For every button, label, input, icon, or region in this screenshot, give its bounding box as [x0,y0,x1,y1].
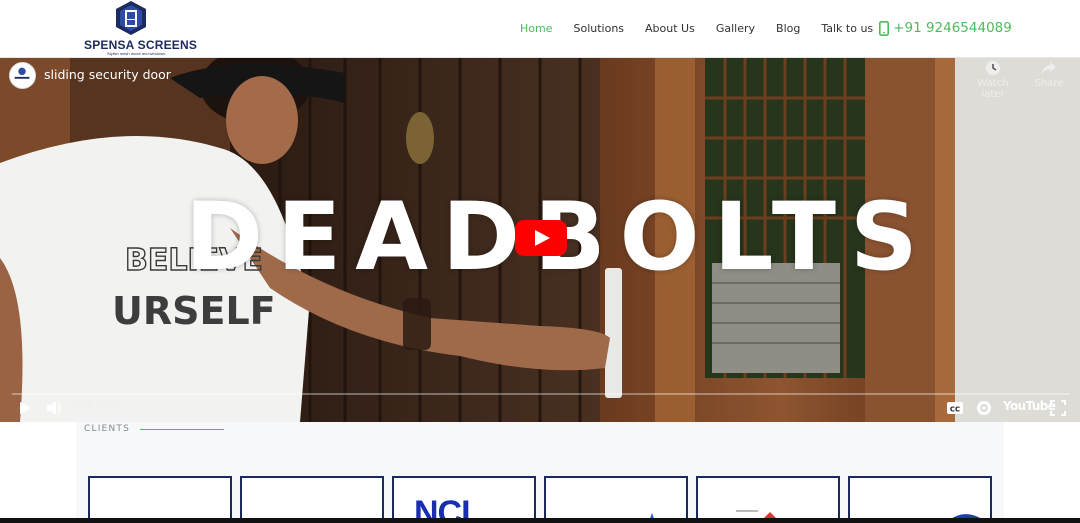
video-time: 0:00 / 0:36 [73,402,123,412]
talk-to-us[interactable]: Talk to us +91 9246544089 [821,20,1012,36]
clients-section: CLIENTS NCL [76,422,1004,523]
svg-text:CC: CC [950,406,960,414]
brand-name: SPENSA SCREENS [84,38,198,52]
clients-heading: CLIENTS [84,424,130,434]
settings-gear-icon[interactable] [975,399,993,417]
client-logo-card [240,476,384,523]
site-header: SPENSA SCREENS Stylish mesh doors and wi… [0,0,1080,58]
volume-icon[interactable] [45,399,65,417]
client-logo-card [544,476,688,523]
nav-gallery[interactable]: Gallery [716,22,755,35]
logo-house-icon [116,1,146,35]
brand-tagline: Stylish mesh doors and windows [106,51,166,56]
page-bottom-bar [0,518,1080,523]
client-logo-card [696,476,840,523]
mobile-phone-icon [879,20,890,36]
channel-logo-icon [14,67,30,79]
play-icon[interactable] [16,399,34,417]
clock-icon [986,61,1000,75]
nav-solutions[interactable]: Solutions [573,22,624,35]
nav-home[interactable]: Home [520,22,552,35]
captions-icon[interactable]: CC [946,399,964,417]
channel-avatar[interactable] [9,62,36,89]
video-player[interactable]: BELIEVE URSELF sliding security door Wat… [0,58,1080,422]
fullscreen-icon[interactable] [1050,399,1066,417]
nav-blog[interactable]: Blog [776,22,800,35]
client-logo-card [848,476,992,523]
share-button[interactable]: Share [1021,60,1077,89]
nav-about-us[interactable]: About Us [645,22,695,35]
youtube-play-button[interactable] [515,220,567,256]
youtube-logo-text[interactable]: YouTube [1003,399,1056,413]
video-progress-bar[interactable] [12,393,1070,395]
share-label: Share [1034,78,1064,89]
watch-later-label: Watch later [977,78,1009,100]
brand-logo[interactable]: SPENSA SCREENS Stylish mesh doors and wi… [84,0,198,58]
watch-later-button[interactable]: Watch later [965,60,1021,100]
video-title[interactable]: sliding security door [44,67,171,82]
shirt-text-urself: URSELF [112,289,276,333]
client-logo-card [88,476,232,523]
main-nav: Home Solutions About Us Gallery Blog Tal… [520,20,1012,36]
client-logo-card: NCL [392,476,536,523]
phone-number[interactable]: +91 9246544089 [893,20,1012,36]
share-arrow-icon [1042,62,1056,74]
talk-label: Talk to us [821,21,874,35]
clients-divider [140,429,224,430]
